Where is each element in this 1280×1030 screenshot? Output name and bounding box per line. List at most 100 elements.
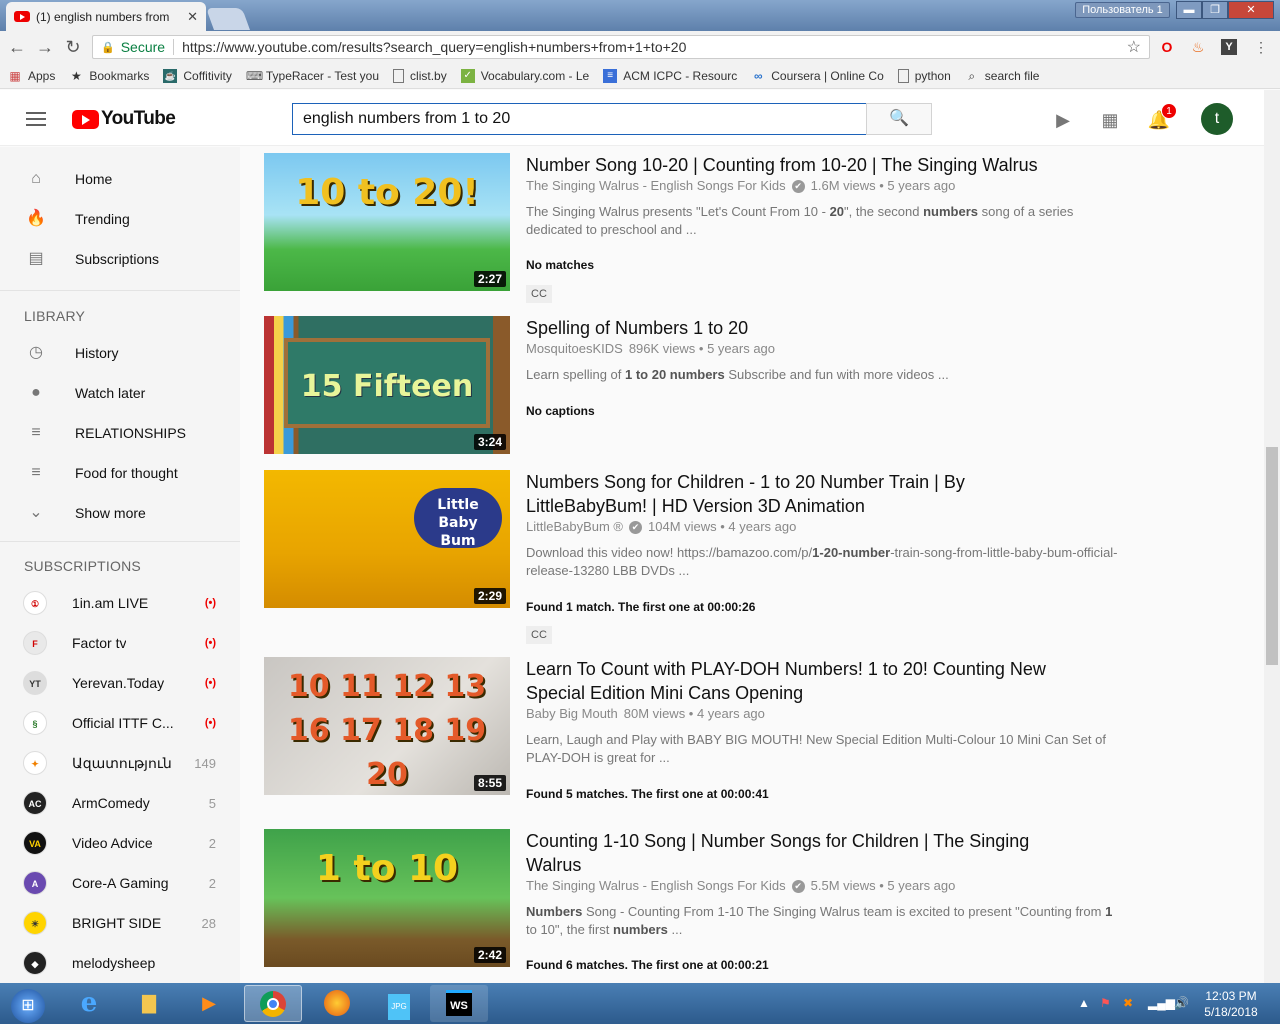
channel-name[interactable]: Baby Big Mouth [526,706,618,721]
live-indicator-icon: (•) [204,597,216,609]
subscription-item[interactable]: F Factor tv (•) [0,623,240,663]
video-title[interactable]: Learn To Count with PLAY-DOH Numbers! 1 … [526,657,1046,705]
subscription-item[interactable]: ① 1in.am LIVE (•) [0,583,240,623]
channel-avatar: ◆ [23,951,47,975]
search-button[interactable]: 🔍 [866,103,932,135]
bookmark-apps[interactable]: ▦ Apps [8,69,55,83]
start-orb-icon[interactable]: ⊞ [6,986,50,1023]
sidebar-item-trending[interactable]: 🔥 Trending [0,199,240,239]
sidebar-item-history[interactable]: ◷ History [0,333,240,373]
media-player-icon[interactable]: ▶ [180,985,238,1022]
subscription-name: Factor tv [72,635,127,651]
star-icon: ★ [70,68,82,83]
chrome-icon[interactable] [244,985,302,1022]
back-icon[interactable]: ← [4,31,30,63]
subscription-item[interactable]: ✦ Ազատություն 149 [0,743,240,783]
cc-badge: CC [526,285,552,303]
tray-flag-icon[interactable]: ⚑ [1100,996,1111,1010]
bookmark-acm-icpc[interactable]: ≡ ACM ICPC - Resourc [603,68,737,83]
account-avatar[interactable]: t [1201,103,1233,135]
tray-expand-icon[interactable]: ▲ [1078,996,1090,1010]
bookmark-clist[interactable]: clist.by [393,68,447,83]
sidebar-item-subscriptions[interactable]: ▤ Subscriptions [0,239,240,279]
webstorm-icon[interactable]: WS [430,985,488,1022]
minimize-button[interactable]: ▬ [1176,1,1202,19]
reload-icon[interactable]: ↻ [60,31,86,63]
video-thumbnail[interactable]: 15 Fifteen 3:24 [264,316,510,454]
description-highlight: numbers [613,922,668,937]
address-bar[interactable]: 🔒 Secure https://www.youtube.com/results… [92,35,1150,59]
video-title[interactable]: Number Song 10-20 | Counting from 10-20 … [526,153,1126,177]
subscription-item[interactable]: § Official ITTF C... (•) [0,703,240,743]
video-thumbnail[interactable]: 10 11 12 13 16 17 18 19 20 8:55 [264,657,510,795]
upload-video-icon[interactable]: ▶ [1051,108,1075,132]
url-text[interactable]: https://www.youtube.com/results?search_q… [182,39,686,55]
video-thumbnail[interactable]: 1 to 10 2:42 [264,829,510,967]
sidebar-item-home[interactable]: ⌂ Home [0,159,240,199]
forward-icon[interactable]: → [32,31,58,63]
youtube-logo[interactable]: YouTube [72,108,176,130]
browser-tab-active[interactable]: (1) english numbers from ✕ [6,2,206,31]
maximize-button[interactable]: ❐ [1202,1,1228,19]
subscription-item[interactable]: VA Video Advice 2 [0,823,240,863]
sidebar-item-relationships[interactable]: ≡ RELATIONSHIPS [0,413,240,453]
tray-app-icon[interactable]: ✖ [1123,996,1133,1010]
bookmark-coffitivity[interactable]: ☕ Coffitivity [163,68,232,83]
description-highlight: 20 [829,204,845,219]
views-and-age: 104M views • 4 years ago [648,519,797,534]
bookmark-star-icon[interactable]: ☆ [1127,37,1141,57]
bookmark-bookmarks[interactable]: ★ Bookmarks [69,69,149,83]
apps-grid-icon[interactable]: ▦ [1098,108,1122,132]
jpg-viewer-icon[interactable]: JPG [370,985,428,1022]
verified-check-icon: ✔ [791,880,805,893]
subscription-item[interactable]: A Core-A Gaming 2 [0,863,240,903]
subscription-name: melodysheep [72,955,156,971]
system-clock[interactable]: 12:03 PM 5/18/2018 [1196,988,1266,1020]
video-thumbnail[interactable]: Little Baby Bum 2:29 [264,470,510,608]
subscription-item[interactable]: ◆ melodysheep [0,943,240,983]
description-text: Learn spelling of [526,367,626,382]
subscription-item[interactable]: AC ArmComedy 5 [0,783,240,823]
search-input[interactable]: english numbers from 1 to 20 [292,103,867,135]
video-duration: 8:55 [473,775,506,791]
channel-name[interactable]: The Singing Walrus - English Songs For K… [526,878,786,893]
bookmark-vocabulary[interactable]: ✓ Vocabulary.com - Le [460,68,589,83]
profile-chip[interactable]: Пользователь 1 [1075,2,1170,18]
network-signal-icon[interactable]: ▂▄▆ [1148,996,1175,1010]
tab-close-icon[interactable]: ✕ [187,9,198,25]
opera-icon[interactable]: O [1157,37,1177,57]
bookmark-coursera[interactable]: ∞ Coursera | Online Co [751,69,884,83]
video-meta: LittleBabyBum ® ✔ 104M views • 4 years ago [526,519,796,534]
bookmark-python[interactable]: python [897,68,951,83]
file-explorer-icon[interactable]: ▇ [120,985,178,1022]
close-window-button[interactable]: ✕ [1228,1,1274,19]
subscription-item[interactable]: ☀ BRIGHT SIDE 28 [0,903,240,943]
video-duration: 2:27 [473,271,506,287]
subscriptions-icon: ▤ [28,250,44,267]
guide-menu-icon[interactable] [26,112,46,126]
sidebar-item-show-more[interactable]: ⌄ Show more [0,493,240,533]
video-meta: The Singing Walrus - English Songs For K… [526,878,955,893]
video-title[interactable]: Spelling of Numbers 1 to 20 [526,316,1046,340]
channel-name[interactable]: The Singing Walrus - English Songs For K… [526,178,786,193]
scrollbar-thumb[interactable] [1266,447,1278,665]
volume-icon[interactable]: 🔊 [1174,996,1189,1010]
apps-grid-icon: ▦ [9,68,21,83]
channel-name[interactable]: MosquitoesKIDS [526,341,623,356]
video-thumbnail[interactable]: 10 to 20! 2:27 [264,153,510,291]
bookmark-search-file[interactable]: ⌕ search file [965,69,1039,83]
y-extension-icon[interactable]: Y [1221,39,1237,55]
video-title[interactable]: Numbers Song for Children - 1 to 20 Numb… [526,470,976,518]
sidebar-item-watch-later[interactable]: ● Watch later [0,373,240,413]
history-icon: ◷ [29,344,43,361]
video-title[interactable]: Counting 1-10 Song | Number Songs for Ch… [526,829,1046,877]
channel-name[interactable]: LittleBabyBum ® [526,519,623,534]
menu-dots-icon[interactable]: ⋮ [1251,37,1271,57]
page-icon [393,68,405,83]
sidebar-item-food-for-thought[interactable]: ≡ Food for thought [0,453,240,493]
fire-extension-icon[interactable]: ♨ [1188,37,1208,57]
bookmark-typeracer[interactable]: ⌨ TypeRacer - Test you [246,69,379,83]
firefox-icon[interactable] [308,985,366,1022]
subscription-item[interactable]: YT Yerevan.Today (•) [0,663,240,703]
internet-explorer-icon[interactable]: e [60,985,118,1022]
